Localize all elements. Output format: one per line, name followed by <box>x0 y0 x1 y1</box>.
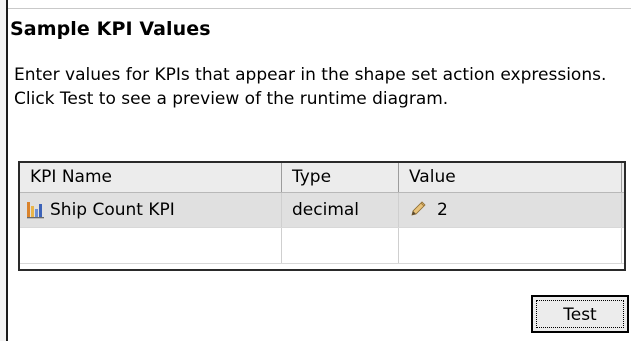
kpi-values-table: KPI Name Type Value Ship Count KPI decim… <box>18 161 626 271</box>
kpi-name-text: Ship Count KPI <box>50 200 175 220</box>
section-title: Sample KPI Values <box>10 18 211 40</box>
cell-kpi-name[interactable]: Ship Count KPI <box>20 193 282 227</box>
window-top-edge <box>0 0 631 9</box>
table-row[interactable] <box>20 228 624 264</box>
table-row[interactable]: Ship Count KPI decimal 2 <box>20 193 624 228</box>
cell-type[interactable] <box>282 228 399 263</box>
value-text: 2 <box>437 200 448 220</box>
column-header-type[interactable]: Type <box>282 163 399 192</box>
column-header-kpi-name[interactable]: KPI Name <box>20 163 282 192</box>
kpi-values-dialog: Sample KPI Values Enter values for KPIs … <box>0 0 631 341</box>
table-header: KPI Name Type Value <box>20 163 624 193</box>
cell-kpi-name[interactable] <box>20 228 282 263</box>
cell-value[interactable]: 2 <box>399 193 622 227</box>
cell-type[interactable]: decimal <box>282 193 399 227</box>
kpi-bar-chart-icon <box>27 201 44 218</box>
cell-value[interactable] <box>399 228 622 263</box>
pencil-edit-icon[interactable] <box>409 200 427 218</box>
window-left-edge <box>0 0 8 341</box>
column-header-value[interactable]: Value <box>399 163 622 192</box>
section-description: Enter values for KPIs that appear in the… <box>14 65 607 109</box>
test-button[interactable]: Test <box>531 295 629 333</box>
test-button-label: Test <box>536 300 624 328</box>
